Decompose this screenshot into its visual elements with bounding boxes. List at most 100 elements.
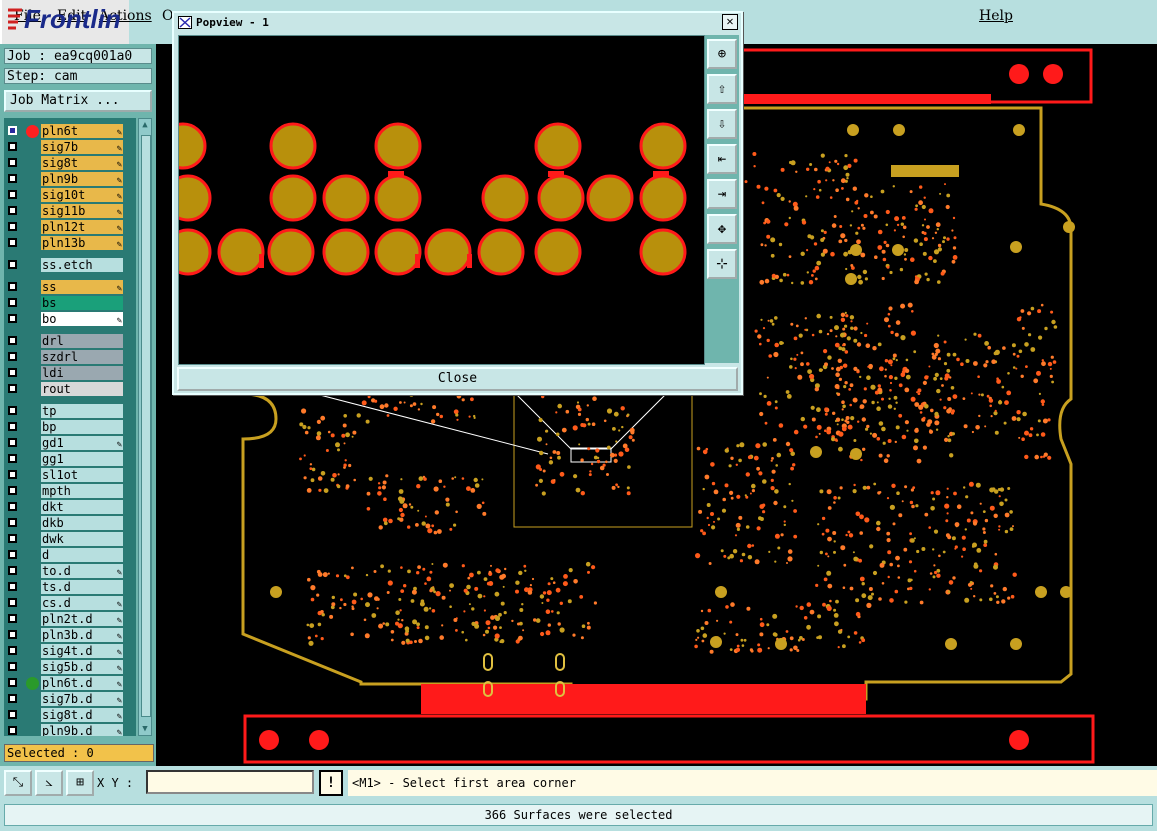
zoom-in-icon[interactable]: ⊕ — [707, 39, 737, 69]
layer-name[interactable]: tp — [41, 404, 123, 418]
layer-checkbox[interactable] — [8, 486, 17, 495]
layer-name[interactable]: sig10t ✎ — [41, 188, 123, 202]
layer-checkbox[interactable] — [8, 566, 17, 575]
layer-checkbox[interactable] — [8, 368, 17, 377]
layer-row-dwk[interactable]: dwk — [4, 532, 136, 547]
layer-name[interactable]: sig8t ✎ — [41, 156, 123, 170]
layer-checkbox[interactable] — [8, 298, 17, 307]
layer-name[interactable]: pln6t.d ✎ — [41, 676, 123, 690]
layer-row-sig8t.d[interactable]: sig8t.d ✎ — [4, 708, 136, 723]
layer-checkbox[interactable] — [8, 222, 17, 231]
layer-row-mpth[interactable]: mpth — [4, 484, 136, 499]
layer-name[interactable]: rout — [41, 382, 123, 396]
layer-checkbox[interactable] — [8, 174, 17, 183]
layer-row-bp[interactable]: bp — [4, 420, 136, 435]
layer-name[interactable]: bs — [41, 296, 123, 310]
job-matrix-button[interactable]: Job Matrix ... — [4, 90, 152, 112]
popview-window[interactable]: Popview - 1 ✕ ⊕ ⇧ ⇩ ⇤ ⇥ ✥ ⊹ Close — [159, 11, 743, 395]
layer-row-sl1ot[interactable]: sl1ot — [4, 468, 136, 483]
layer-name[interactable]: pln13b ✎ — [41, 236, 123, 250]
layer-name[interactable]: pln2t.d ✎ — [41, 612, 123, 626]
layer-checkbox[interactable] — [8, 126, 17, 135]
layer-row-ss.etch[interactable]: ss.etch — [4, 258, 136, 273]
layer-row-to.d[interactable]: to.d ✎ — [4, 564, 136, 579]
fit-icon[interactable]: ✥ — [707, 214, 737, 244]
layer-row-pln6t[interactable]: pln6t ✎ — [4, 124, 136, 139]
scroll-thumb[interactable] — [141, 135, 151, 717]
layer-name[interactable]: bo ✎ — [41, 312, 123, 326]
layer-row-sig7b.d[interactable]: sig7b.d ✎ — [4, 692, 136, 707]
layer-checkbox[interactable] — [8, 314, 17, 323]
layer-name[interactable]: d — [41, 548, 123, 562]
layer-checkbox[interactable] — [8, 206, 17, 215]
scroll-down-icon[interactable]: ▼ — [140, 724, 150, 734]
layer-name[interactable]: ldi — [41, 366, 123, 380]
layer-row-gg1[interactable]: gg1 — [4, 452, 136, 467]
layer-checkbox[interactable] — [8, 630, 17, 639]
layer-checkbox[interactable] — [8, 550, 17, 559]
layer-row-sig11b[interactable]: sig11b ✎ — [4, 204, 136, 219]
layer-row-sig7b[interactable]: sig7b ✎ — [4, 140, 136, 155]
layer-name[interactable]: ts.d — [41, 580, 123, 594]
layer-checkbox[interactable] — [8, 142, 17, 151]
layer-row-sig5b.d[interactable]: sig5b.d ✎ — [4, 660, 136, 675]
layer-checkbox[interactable] — [8, 406, 17, 415]
layer-row-pln12t[interactable]: pln12t ✎ — [4, 220, 136, 235]
layer-row-pln6t.d[interactable]: pln6t.d ✎ — [4, 676, 136, 691]
layer-row-pln2t.d[interactable]: pln2t.d ✎ — [4, 612, 136, 627]
pan-left-icon[interactable]: ⇤ — [707, 144, 737, 174]
layer-name[interactable]: dwk — [41, 532, 123, 546]
menu-help[interactable]: Help — [979, 8, 1013, 24]
layer-checkbox[interactable] — [8, 282, 17, 291]
layer-row-ldi[interactable]: ldi — [4, 366, 136, 381]
layer-name[interactable]: bp — [41, 420, 123, 434]
layer-row-dkb[interactable]: dkb — [4, 516, 136, 531]
layer-checkbox[interactable] — [8, 502, 17, 511]
layer-checkbox[interactable] — [8, 384, 17, 393]
layer-checkbox[interactable] — [8, 694, 17, 703]
layer-row-cs.d[interactable]: cs.d ✎ — [4, 596, 136, 611]
layer-row-pln9b.d[interactable]: pln9b.d ✎ — [4, 724, 136, 736]
scroll-up-icon[interactable]: ▲ — [140, 120, 150, 130]
popview-close-icon[interactable]: ✕ — [722, 14, 738, 30]
layer-checkbox[interactable] — [8, 518, 17, 527]
layer-row-gd1[interactable]: gd1 ✎ — [4, 436, 136, 451]
zoom-out-icon[interactable]: ⇩ — [707, 109, 737, 139]
layer-name[interactable]: sl1ot — [41, 468, 123, 482]
layer-checkbox[interactable] — [8, 260, 17, 269]
layer-checkbox[interactable] — [8, 646, 17, 655]
layer-name[interactable]: ss ✎ — [41, 280, 123, 294]
layer-checkbox[interactable] — [8, 534, 17, 543]
layer-row-ss[interactable]: ss ✎ — [4, 280, 136, 295]
layer-name[interactable]: gd1 ✎ — [41, 436, 123, 450]
center-icon[interactable]: ⊹ — [707, 249, 737, 279]
layer-name[interactable]: pln9b.d ✎ — [41, 724, 123, 736]
layer-row-pln3b.d[interactable]: pln3b.d ✎ — [4, 628, 136, 643]
layer-row-sig4t.d[interactable]: sig4t.d ✎ — [4, 644, 136, 659]
layer-name[interactable]: sig8t.d ✎ — [41, 708, 123, 722]
layer-name[interactable]: szdrl — [41, 350, 123, 364]
popview-close-button[interactable]: Close — [177, 367, 738, 391]
layer-name[interactable]: pln6t ✎ — [41, 124, 123, 138]
layer-row-bs[interactable]: bs — [4, 296, 136, 311]
layer-row-pln9b[interactable]: pln9b ✎ — [4, 172, 136, 187]
grid-icon[interactable]: ⊞ — [66, 770, 94, 796]
layer-checkbox[interactable] — [8, 662, 17, 671]
popview-zoom-svg[interactable] — [159, 36, 704, 364]
measure-icon[interactable]: ⤡ — [4, 770, 32, 796]
popview-canvas[interactable] — [159, 35, 705, 365]
layer-row-ts.d[interactable]: ts.d — [4, 580, 136, 595]
layer-name[interactable]: cs.d ✎ — [41, 596, 123, 610]
layer-row-pln13b[interactable]: pln13b ✎ — [4, 236, 136, 251]
layer-name[interactable]: sig4t.d ✎ — [41, 644, 123, 658]
zoom-home-icon[interactable]: ⇧ — [707, 74, 737, 104]
layer-name[interactable]: mpth — [41, 484, 123, 498]
layer-checkbox[interactable] — [8, 582, 17, 591]
layer-scrollbar[interactable]: ▲ ▼ — [138, 118, 152, 736]
layer-checkbox[interactable] — [8, 598, 17, 607]
layer-name[interactable]: to.d ✎ — [41, 564, 123, 578]
layer-name[interactable]: pln12t ✎ — [41, 220, 123, 234]
snap-icon[interactable]: ⦣ — [35, 770, 63, 796]
pan-right-icon[interactable]: ⇥ — [707, 179, 737, 209]
xy-input[interactable] — [146, 770, 314, 794]
